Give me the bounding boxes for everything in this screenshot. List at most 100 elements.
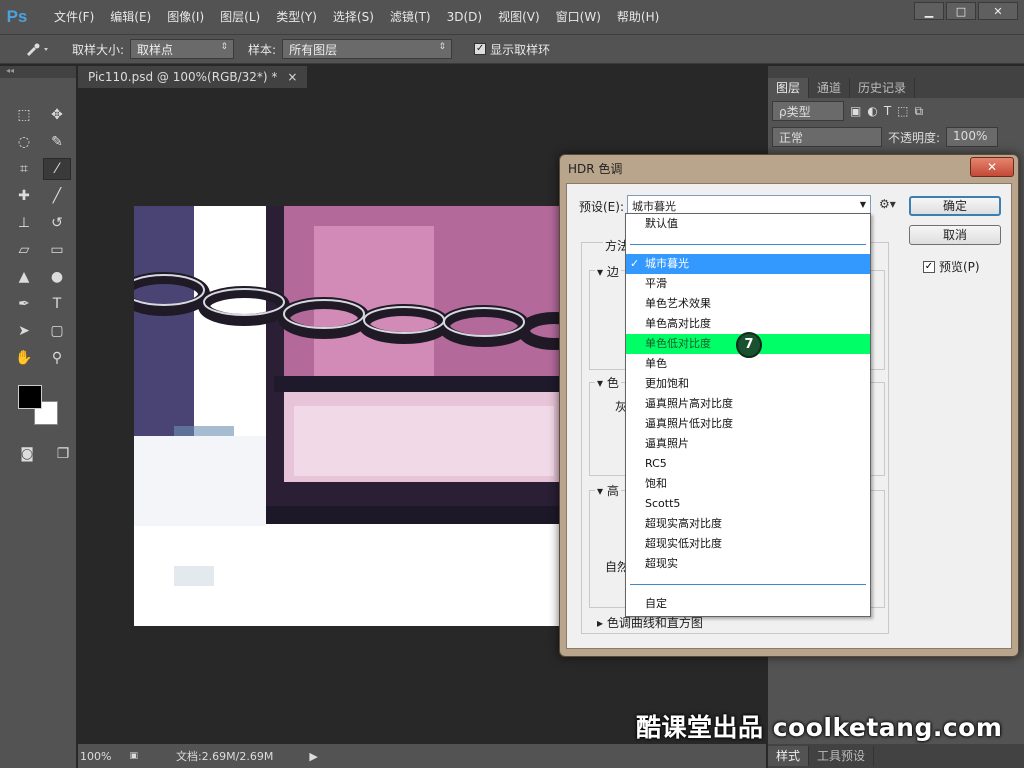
mode-buttons: ◙ ❐: [14, 443, 76, 465]
panel-tab[interactable]: 通道: [809, 78, 851, 98]
foreground-color-swatch[interactable]: [18, 385, 42, 409]
shape-filter-icon[interactable]: ⬚: [897, 104, 908, 118]
gear-icon[interactable]: ⚙▾: [879, 197, 896, 211]
path-select-tool-icon[interactable]: ➤: [10, 320, 38, 342]
preset-option[interactable]: 超现实高对比度: [626, 514, 870, 534]
watermark-text: 酷课堂出品 coolketang.com: [636, 713, 1003, 742]
menu-item[interactable]: 滤镜(T): [382, 0, 439, 34]
toolbox-collapse-handle[interactable]: ◂◂: [0, 66, 76, 78]
maximize-button[interactable]: □: [946, 2, 976, 20]
panel-tab[interactable]: 样式: [768, 746, 810, 766]
menu-item[interactable]: 图像(I): [159, 0, 212, 34]
panel-collapse-handle[interactable]: [768, 66, 1024, 78]
preset-option[interactable]: 饱和: [626, 474, 870, 494]
panel-tab[interactable]: 图层: [768, 78, 810, 98]
edge-glow-toggle[interactable]: ▾ 边: [595, 263, 621, 280]
document-tab-title: Pic110.psd @ 100%(RGB/32*) *: [88, 70, 278, 84]
dialog-close-button[interactable]: ✕: [970, 157, 1014, 177]
minimize-button[interactable]: ▁: [914, 2, 944, 20]
preset-option[interactable]: 超现实低对比度: [626, 534, 870, 554]
marquee-tool-icon[interactable]: ⬚: [10, 104, 38, 126]
eraser-tool-icon[interactable]: ▱: [10, 239, 38, 261]
brush-tool-icon[interactable]: ╱: [43, 185, 71, 207]
preset-option[interactable]: 平滑: [626, 274, 870, 294]
advanced-toggle[interactable]: ▾ 高: [595, 482, 621, 499]
quick-select-tool-icon[interactable]: ✎: [43, 131, 71, 153]
preset-option[interactable]: 更加饱和: [626, 374, 870, 394]
tool-grid: ⬚ ✥ ◌ ✎ ⌗ ⁄ ✚ ╱ ⊥ ↺ ▱ ▭ ▲ ● ✒ T ➤ ▢ ✋ ⚲: [10, 104, 76, 369]
zoom-tool-icon[interactable]: ⚲: [43, 347, 71, 369]
pen-tool-icon[interactable]: ✒: [10, 293, 38, 315]
stamp-tool-icon[interactable]: ⊥: [10, 212, 38, 234]
type-filter-icon[interactable]: T: [884, 104, 891, 118]
quick-mask-icon[interactable]: ◙: [14, 443, 40, 465]
preset-option[interactable]: 单色高对比度: [626, 314, 870, 334]
preset-option[interactable]: 单色艺术效果: [626, 294, 870, 314]
zoom-level[interactable]: 100%: [80, 750, 111, 763]
opacity-field[interactable]: 100%: [946, 127, 999, 147]
document-tab[interactable]: Pic110.psd @ 100%(RGB/32*) * ×: [78, 66, 308, 88]
preset-option[interactable]: ✓ 城市暮光: [626, 254, 870, 274]
shape-tool-icon[interactable]: ▢: [43, 320, 71, 342]
hand-tool-icon[interactable]: ✋: [10, 347, 38, 369]
preset-option[interactable]: 单色: [626, 354, 870, 374]
preset-option[interactable]: 单色低对比度 7: [626, 332, 870, 358]
gradient-tool-icon[interactable]: ▭: [43, 239, 71, 261]
preset-option[interactable]: 自定: [626, 594, 870, 614]
layer-kind-filter[interactable]: ρ类型: [772, 101, 844, 121]
preview-checkbox[interactable]: ✓ 预览(P): [923, 258, 980, 275]
panel-tab[interactable]: 历史记录: [850, 78, 916, 98]
preset-option-label: 超现实: [645, 557, 678, 570]
preset-option[interactable]: Scott5: [626, 494, 870, 514]
preset-option[interactable]: RC5: [626, 454, 870, 474]
eyedropper-tool-icon[interactable]: ⁄: [43, 158, 71, 180]
sample-select[interactable]: 所有图层 ⇕: [282, 39, 453, 59]
close-tab-icon[interactable]: ×: [287, 66, 297, 88]
blend-mode-select[interactable]: 正常: [772, 127, 882, 147]
smart-object-filter-icon[interactable]: ⧉: [915, 104, 924, 119]
menu-item[interactable]: 类型(Y): [268, 0, 325, 34]
preset-option[interactable]: 逼真照片低对比度: [626, 414, 870, 434]
menu-item[interactable]: 文件(F): [46, 0, 102, 34]
tone-detail-label: 色: [606, 376, 619, 390]
menu-item[interactable]: 窗口(W): [548, 0, 609, 34]
cancel-button[interactable]: 取消: [909, 225, 1001, 245]
menu-item[interactable]: 选择(S): [325, 0, 382, 34]
preset-option[interactable]: 默认值: [626, 214, 870, 234]
ok-button[interactable]: 确定: [909, 196, 1001, 216]
close-window-button[interactable]: ✕: [978, 2, 1018, 20]
preset-label: 预设(E):: [579, 200, 624, 214]
dropdown-separator: [626, 574, 870, 594]
image-filter-icon[interactable]: ▣: [850, 104, 861, 118]
menu-item[interactable]: 视图(V): [490, 0, 548, 34]
crop-tool-icon[interactable]: ⌗: [10, 158, 38, 180]
checkmark-icon: ✓: [630, 257, 640, 270]
color-swatches: [16, 383, 66, 427]
show-sampling-ring-checkbox[interactable]: ✓ 显示取样环: [474, 41, 550, 58]
blend-row: 正常 不透明度: 100%: [768, 124, 1024, 150]
dodge-tool-icon[interactable]: ●: [43, 266, 71, 288]
lasso-tool-icon[interactable]: ◌: [10, 131, 38, 153]
preset-option[interactable]: 逼真照片: [626, 434, 870, 454]
menu-item[interactable]: 3D(D): [439, 0, 490, 34]
preset-option-label: 超现实高对比度: [645, 517, 722, 530]
status-menu-arrow-icon[interactable]: ▶: [309, 750, 317, 763]
screen-mode-icon[interactable]: ❐: [50, 443, 76, 465]
move-tool-icon[interactable]: ✥: [43, 104, 71, 126]
healing-brush-tool-icon[interactable]: ✚: [10, 185, 38, 207]
preset-option[interactable]: 超现实: [626, 554, 870, 574]
adjustment-filter-icon[interactable]: ◐: [867, 104, 877, 118]
panel-tab[interactable]: 工具预设: [809, 746, 875, 766]
sample-size-select[interactable]: 取样点 ⇕: [130, 39, 235, 59]
type-tool-icon[interactable]: T: [43, 293, 71, 315]
blur-tool-icon[interactable]: ▲: [10, 266, 38, 288]
menu-item[interactable]: 帮助(H): [609, 0, 667, 34]
menu-item[interactable]: 图层(L): [212, 0, 268, 34]
eyedropper-icon[interactable]: [24, 39, 58, 59]
tone-detail-toggle[interactable]: ▾ 色: [595, 374, 621, 391]
preset-option-label: 逼真照片: [645, 437, 689, 450]
preset-option[interactable]: 逼真照片高对比度: [626, 394, 870, 414]
menu-item[interactable]: 编辑(E): [102, 0, 159, 34]
history-brush-tool-icon[interactable]: ↺: [43, 212, 71, 234]
canvas-image[interactable]: [134, 206, 564, 626]
